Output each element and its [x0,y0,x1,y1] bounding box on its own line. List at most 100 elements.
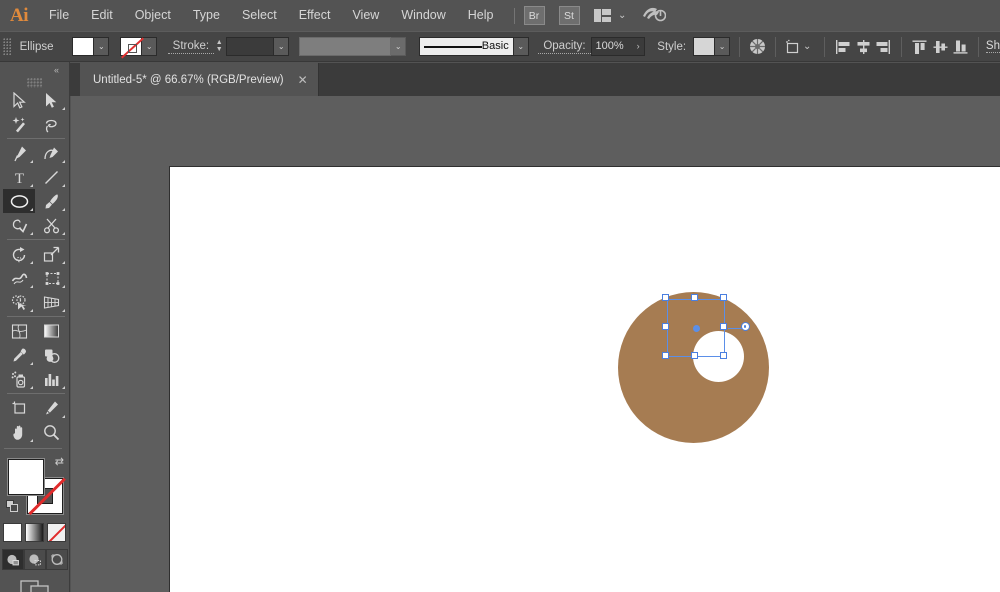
stroke-profile-chevron-down-icon[interactable]: ⌄ [391,37,406,56]
selection-tool[interactable] [3,88,35,112]
shaper-tool[interactable] [3,213,35,237]
fill-proxy-swatch[interactable] [8,459,44,495]
graphic-style-control[interactable]: ⌄ [693,37,730,56]
canvas-area[interactable] [71,96,1000,592]
width-tool[interactable] [3,266,35,290]
stroke-weight-chevron-down-icon[interactable]: ⌄ [274,37,289,56]
handle-top-left[interactable] [662,294,669,301]
brush-chevron-down-icon[interactable]: ⌄ [514,37,529,56]
artboard-tool[interactable] [3,396,35,420]
menu-item-help[interactable]: Help [457,0,505,31]
align-bottom-icon[interactable] [951,36,970,58]
scissors-tool[interactable] [35,213,67,237]
default-fill-stroke-icon[interactable] [6,500,19,513]
ellipse-tool[interactable] [3,189,35,213]
swap-fill-stroke-icon[interactable]: ⇄ [55,455,64,468]
fill-swatch[interactable] [72,37,94,56]
change-screen-mode-button[interactable] [20,580,50,592]
menu-item-select[interactable]: Select [231,0,288,31]
stock-button[interactable]: St [559,6,580,25]
menu-item-object[interactable]: Object [124,0,182,31]
gradient-tool[interactable] [35,319,67,343]
draw-behind-button[interactable] [24,549,46,570]
close-icon[interactable]: ✕ [298,74,308,86]
stroke-weight-input[interactable] [226,37,274,56]
stepper-down-icon[interactable]: ▼ [216,47,223,53]
tools-collapse-button[interactable]: « [0,62,69,78]
opacity-input[interactable]: 100% › [591,37,645,56]
graphic-style-swatch[interactable] [693,37,715,56]
transform-icon[interactable] [783,36,802,58]
stroke-weight-stepper[interactable]: ▲ ▼ [214,37,224,56]
handle-middle-left[interactable] [662,323,669,330]
opacity-expand-arrow-icon[interactable]: › [637,38,640,55]
align-right-icon[interactable] [875,36,894,58]
brush-definition-input[interactable]: Basic [419,37,514,56]
zoom-tool[interactable] [35,420,67,444]
stroke-dropdown-chevron-down-icon[interactable]: ⌄ [142,37,157,56]
line-segment-tool[interactable] [35,165,67,189]
style-chevron-down-icon[interactable]: ⌄ [715,37,730,56]
menu-item-window[interactable]: Window [390,0,456,31]
scale-tool[interactable] [35,242,67,266]
align-top-icon[interactable] [910,36,929,58]
none-mode-button[interactable] [47,523,66,542]
recolor-artwork-icon[interactable] [748,36,767,58]
stroke-weight-control[interactable]: ⌄ [226,37,289,56]
brush-definition-control[interactable]: Basic ⌄ [419,37,529,56]
direct-selection-tool[interactable] [35,88,67,112]
menu-item-edit[interactable]: Edit [80,0,124,31]
type-tool[interactable]: T [3,165,35,189]
stroke-weight-label[interactable]: Stroke: [168,40,214,54]
handle-bottom-center[interactable] [691,352,698,359]
slice-tool[interactable] [35,396,67,420]
curvature-tool[interactable] [35,141,67,165]
pen-tool[interactable] [3,141,35,165]
control-bar-grip[interactable] [3,38,11,56]
perspective-grid-tool[interactable] [35,290,67,314]
eyedropper-tool[interactable] [3,343,35,367]
stroke-color-control[interactable]: ⌄ [120,37,157,56]
align-horizontal-center-icon[interactable] [854,36,873,58]
stroke-swatch-none[interactable] [120,37,142,56]
stroke-profile-input[interactable] [299,37,391,56]
menu-item-type[interactable]: Type [182,0,231,31]
free-transform-tool[interactable] [35,266,67,290]
hand-tool[interactable] [3,420,35,444]
rotate-tool[interactable] [3,242,35,266]
fill-dropdown-chevron-down-icon[interactable]: ⌄ [94,37,109,56]
mesh-tool[interactable] [3,319,35,343]
workspace-switcher[interactable]: ⌄ [594,9,627,22]
handle-bottom-left[interactable] [662,352,669,359]
column-graph-tool[interactable] [35,367,67,391]
opacity-label[interactable]: Opacity: [538,40,590,54]
shape-builder-tool[interactable] [3,290,35,314]
document-tab[interactable]: Untitled-5* @ 66.67% (RGB/Preview) ✕ [80,63,319,96]
handle-middle-right[interactable] [720,323,727,330]
symbol-sprayer-tool[interactable] [3,367,35,391]
menu-item-file[interactable]: File [38,0,80,31]
artboard[interactable] [169,166,1000,592]
control-overflow-label[interactable]: Sh [986,40,1000,53]
color-mode-button[interactable] [3,523,22,542]
fill-color-control[interactable]: ⌄ [72,37,109,56]
paintbrush-tool[interactable] [35,189,67,213]
draw-normal-button[interactable] [2,549,24,570]
draw-inside-button[interactable] [46,549,68,570]
handle-top-center[interactable] [691,294,698,301]
handle-bottom-right[interactable] [720,352,727,359]
bridge-button[interactable]: Br [524,6,545,25]
blend-tool[interactable] [35,343,67,367]
transform-chevron-down-icon[interactable]: ⌄ [803,41,811,52]
align-left-icon[interactable] [833,36,852,58]
stroke-profile-control[interactable]: ⌄ [299,37,406,56]
creative-cloud-icon[interactable] [642,5,666,27]
gradient-mode-button[interactable] [25,523,44,542]
menu-item-effect[interactable]: Effect [288,0,342,31]
magic-wand-tool[interactable] [3,112,35,136]
tools-panel-grip[interactable] [27,78,43,88]
lasso-tool[interactable] [35,112,67,136]
handle-top-right[interactable] [720,294,727,301]
align-vertical-center-icon[interactable] [931,36,950,58]
menu-item-view[interactable]: View [341,0,390,31]
